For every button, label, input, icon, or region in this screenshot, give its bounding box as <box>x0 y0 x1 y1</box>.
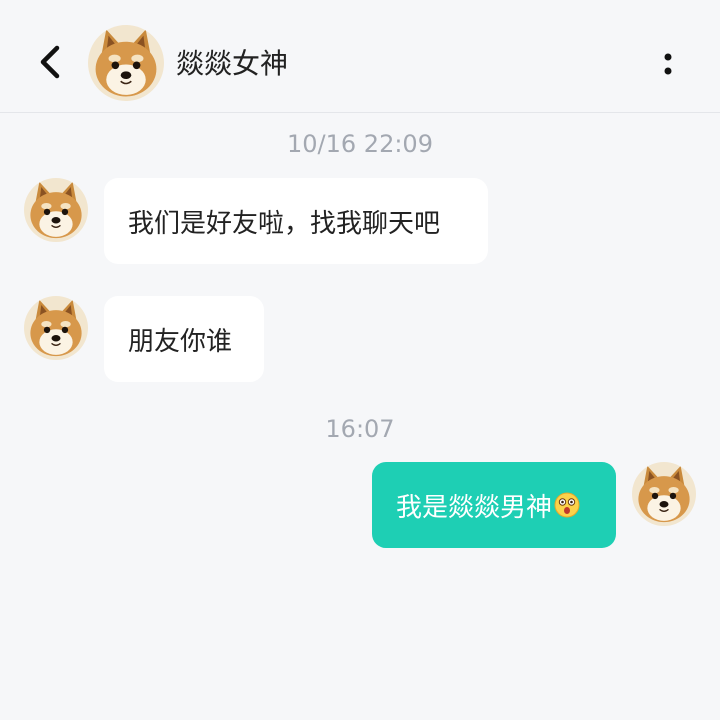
back-button[interactable] <box>30 40 70 84</box>
shiba-dog-avatar-icon <box>632 462 696 526</box>
message-text: 我们是好友啦，找我聊天吧 <box>128 208 441 239</box>
incoming-message-bubble[interactable]: 我们是好友啦，找我聊天吧 <box>104 178 488 264</box>
contact-name: 燚燚女神 <box>176 47 289 80</box>
outgoing-message-bubble[interactable]: 我是燚燚男神 <box>372 462 616 548</box>
message-text: 我是燚燚男神 <box>396 492 553 523</box>
shiba-dog-avatar-icon <box>88 25 164 101</box>
contact-avatar[interactable] <box>88 25 164 101</box>
shiba-dog-avatar-icon <box>24 178 88 242</box>
sender-avatar[interactable] <box>24 178 88 242</box>
chat-header: 燚燚女神 <box>0 0 720 113</box>
back-arrow-icon <box>40 45 60 79</box>
dizzy-face-emoji-icon <box>554 492 580 518</box>
incoming-message-bubble[interactable]: 朋友你谁 <box>104 296 264 382</box>
message-timestamp: 16:07 <box>325 415 395 443</box>
message-timestamp: 10/16 22:09 <box>287 130 433 158</box>
more-options-button[interactable] <box>650 42 686 86</box>
more-vertical-icon <box>664 53 672 75</box>
message-text: 朋友你谁 <box>128 326 233 357</box>
shiba-dog-avatar-icon <box>24 296 88 360</box>
my-avatar[interactable] <box>632 462 696 526</box>
sender-avatar[interactable] <box>24 296 88 360</box>
